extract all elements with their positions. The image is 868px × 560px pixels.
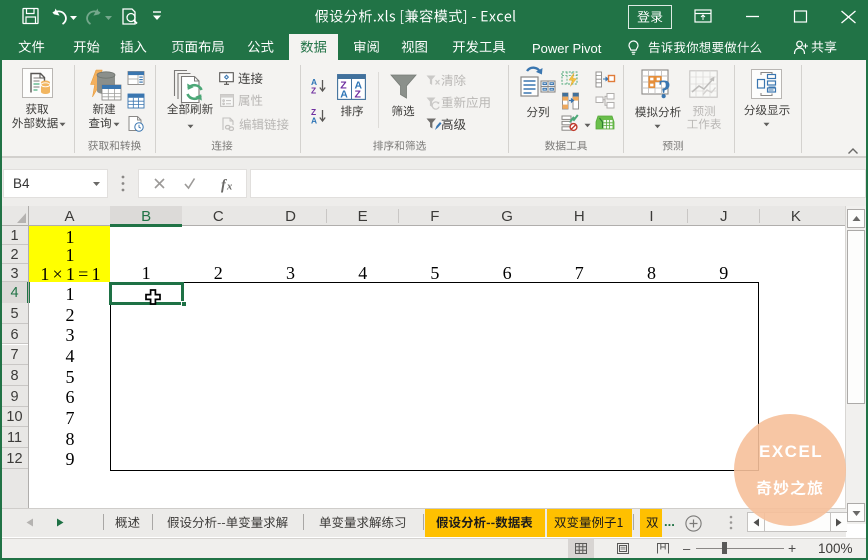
svg-text:Z: Z [311,86,316,96]
svg-text:A: A [340,89,348,101]
svg-text:Z: Z [355,89,362,101]
svg-text:x: x [226,182,232,193]
svg-text:?: ? [658,75,671,104]
svg-text:A: A [311,116,317,126]
